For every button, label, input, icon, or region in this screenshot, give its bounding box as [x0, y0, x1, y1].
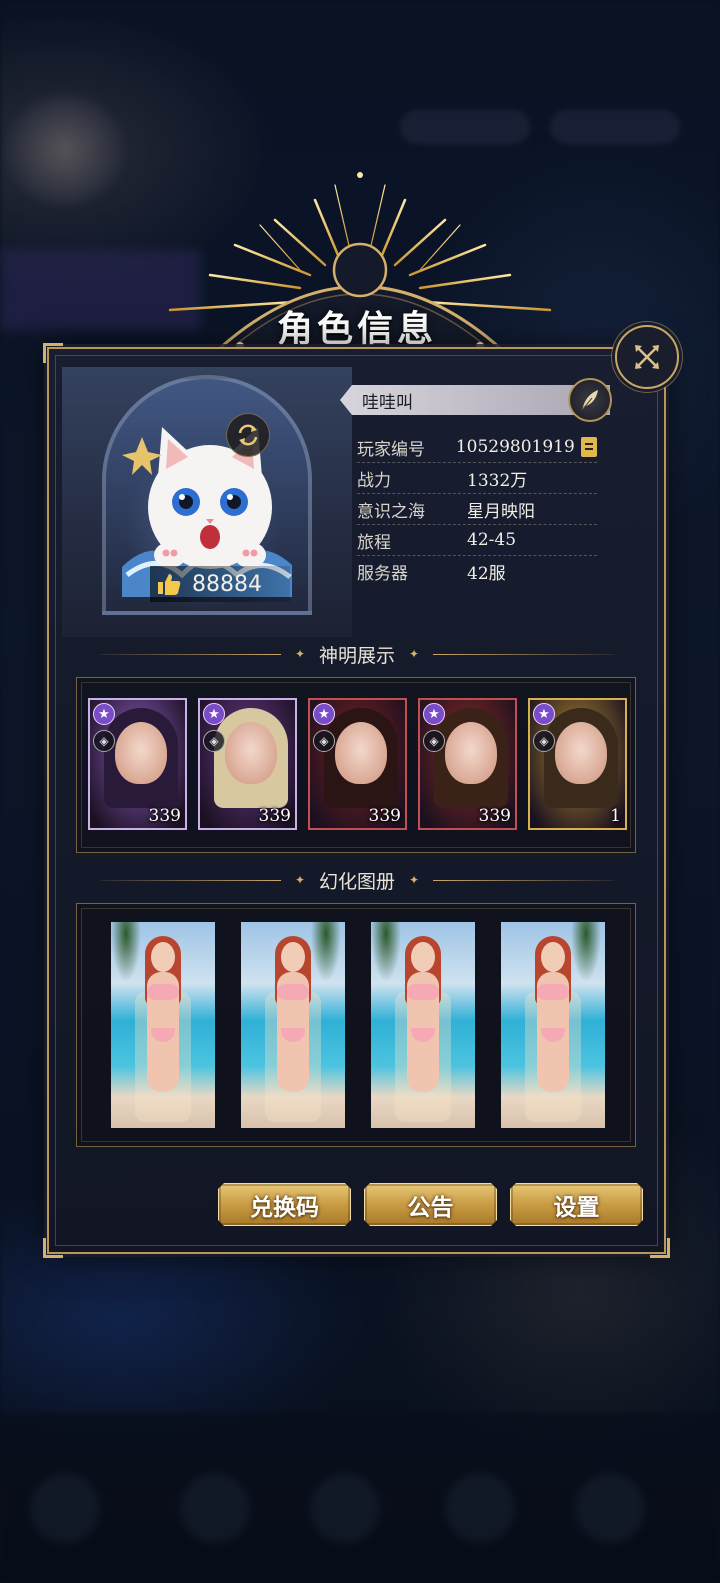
- god-card-list: ★ ◈ 339 ★ ◈ 339 ★ ◈ 339 ★ ◈ 339 ★ ◈ 1: [88, 698, 627, 830]
- gallery-photo[interactable]: [501, 922, 605, 1128]
- god-level: 339: [148, 806, 181, 826]
- gallery-photo[interactable]: [111, 922, 215, 1128]
- gallery-section-title: 幻化图册: [319, 870, 396, 893]
- info-row-player-id: 玩家编号 10529801919: [357, 432, 597, 463]
- field-label: 旅程: [357, 532, 391, 553]
- star-icon: ★: [93, 703, 115, 725]
- class-icon: ◈: [203, 730, 225, 752]
- quill-icon: [581, 390, 598, 411]
- star-icon: ★: [313, 703, 335, 725]
- info-row-sea: 意识之海 星月映阳: [357, 494, 597, 525]
- god-level: 1: [610, 806, 621, 826]
- class-icon: ◈: [93, 730, 115, 752]
- player-id-value: 10529801919: [455, 437, 575, 457]
- god-card[interactable]: ★ ◈ 339: [308, 698, 407, 830]
- info-row-journey: 旅程 42-45: [357, 525, 597, 556]
- field-label: 玩家编号: [357, 439, 425, 460]
- server-value: 42服: [467, 564, 506, 584]
- field-label: 战力: [357, 470, 391, 491]
- god-card[interactable]: ★ ◈ 1: [528, 698, 627, 830]
- redeem-code-button[interactable]: 兑换码: [218, 1183, 351, 1226]
- god-level: 339: [478, 806, 511, 826]
- likes-count: 88884: [192, 571, 262, 597]
- god-card[interactable]: ★ ◈ 339: [198, 698, 297, 830]
- thumbs-up-icon: [158, 574, 181, 595]
- god-level: 339: [258, 806, 291, 826]
- likes-counter[interactable]: 88884: [150, 566, 290, 602]
- gallery-section-header: ✦ 幻化图册 ✦: [100, 867, 615, 893]
- info-row-power: 战力 1332万: [357, 463, 597, 494]
- page-title: 角色信息: [276, 308, 437, 350]
- copy-icon[interactable]: [580, 437, 597, 457]
- power-value: 1332万: [467, 470, 528, 491]
- edit-name-button[interactable]: [568, 378, 612, 422]
- notice-button[interactable]: 公告: [364, 1183, 497, 1226]
- god-level: 339: [368, 806, 401, 826]
- journey-value: 42-45: [467, 530, 517, 550]
- refresh-avatar-button[interactable]: [226, 413, 270, 457]
- field-label: 意识之海: [357, 501, 425, 522]
- gallery-photo[interactable]: [371, 922, 475, 1128]
- info-row-server: 服务器 42服: [357, 556, 597, 587]
- gods-section-title: 神明展示: [319, 644, 396, 667]
- gallery-photo[interactable]: [241, 922, 345, 1128]
- refresh-icon: [238, 424, 258, 446]
- class-icon: ◈: [533, 730, 555, 752]
- sea-value: 星月映阳: [467, 501, 535, 522]
- gallery-list: [111, 922, 605, 1128]
- field-label: 服务器: [357, 564, 408, 584]
- star-icon: ★: [533, 703, 555, 725]
- class-icon: ◈: [423, 730, 445, 752]
- star-icon: ★: [203, 703, 225, 725]
- close-button[interactable]: [615, 325, 679, 389]
- god-card[interactable]: ★ ◈ 339: [418, 698, 517, 830]
- settings-button[interactable]: 设置: [510, 1183, 643, 1226]
- class-icon: ◈: [313, 730, 335, 752]
- player-info-list: 玩家编号 10529801919 战力 1332万 意识之海 星月映阳 旅程 4…: [357, 432, 597, 587]
- god-card[interactable]: ★ ◈ 339: [88, 698, 187, 830]
- star-icon: ★: [423, 703, 445, 725]
- close-icon: [635, 345, 659, 369]
- gods-section-header: ✦ 神明展示 ✦: [100, 641, 615, 667]
